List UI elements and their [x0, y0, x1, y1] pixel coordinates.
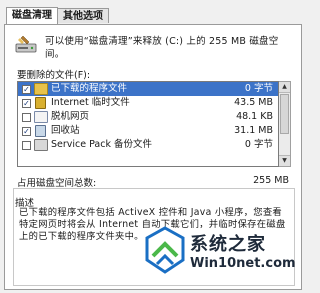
backup-icon — [34, 139, 48, 151]
total-space-row: 占用磁盘空间总数: 255 MB — [17, 175, 293, 189]
drive-cleanup-icon — [15, 35, 37, 53]
tab-disk-cleanup[interactable]: 磁盘清理 — [6, 7, 58, 24]
watermark-logo-icon — [145, 226, 185, 274]
scroll-thumb[interactable] — [280, 94, 289, 134]
checkbox-service-pack[interactable] — [22, 140, 31, 150]
cleanup-summary-text: 可以使用“磁盘清理”来释放 (C:) 上的 255 MB 磁盘空间。 — [45, 36, 279, 60]
file-name: Internet 临时文件 — [51, 97, 130, 108]
file-row-offline-pages[interactable]: 脱机网页 48.1 KB — [18, 110, 278, 124]
file-row-recycle-bin[interactable]: ✓ 回收站 31.1 MB — [18, 124, 278, 138]
file-name: 回收站 — [51, 125, 80, 136]
file-size: 0 字节 — [244, 83, 273, 94]
watermark-url: Win10net.com — [190, 256, 296, 271]
file-list-scrollbar[interactable]: ▲ ▼ — [279, 81, 291, 167]
webpage-icon — [34, 111, 48, 123]
checkbox-recycle-bin[interactable]: ✓ — [22, 126, 31, 136]
file-row-internet-temp[interactable]: ✓ Internet 临时文件 43.5 MB — [18, 96, 278, 110]
file-name: 已下载的程序文件 — [51, 83, 128, 94]
scroll-up-button[interactable]: ▲ — [279, 82, 290, 93]
checkbox-internet-temp[interactable]: ✓ — [22, 98, 31, 108]
disk-cleanup-dialog: 磁盘清理 其他选项 可以使用“磁盘清理”来释放 (C:) 上的 255 MB 磁… — [0, 0, 307, 293]
file-list: ✓ 已下载的程序文件 0 字节 ✓ Internet 临时文件 43.5 MB … — [17, 81, 279, 167]
total-space-label: 占用磁盘空间总数: — [17, 178, 97, 189]
file-size: 43.5 MB — [234, 97, 273, 108]
file-name: Service Pack 备份文件 — [51, 139, 152, 150]
file-name: 脱机网页 — [51, 111, 90, 122]
checkbox-downloaded-programs[interactable]: ✓ — [22, 84, 31, 94]
total-space-value: 255 MB — [253, 175, 289, 186]
scroll-down-button[interactable]: ▼ — [279, 155, 290, 166]
file-row-downloaded-programs[interactable]: ✓ 已下载的程序文件 0 字节 — [18, 82, 278, 96]
file-size: 48.1 KB — [236, 111, 273, 122]
folder-icon — [34, 83, 48, 95]
file-size: 0 字节 — [244, 139, 273, 150]
tab-more-options[interactable]: 其他选项 — [57, 8, 109, 23]
checkbox-offline-pages[interactable] — [22, 112, 31, 122]
tab-bar: 磁盘清理 其他选项 — [6, 7, 109, 24]
file-size: 31.1 MB — [234, 125, 273, 136]
recycle-bin-icon — [35, 125, 46, 137]
file-row-service-pack[interactable]: Service Pack 备份文件 0 字节 — [18, 138, 278, 152]
watermark-title: 系统之家 — [190, 234, 266, 255]
lock-icon — [35, 97, 46, 109]
files-to-delete-label: 要删除的文件(F): — [17, 70, 91, 81]
